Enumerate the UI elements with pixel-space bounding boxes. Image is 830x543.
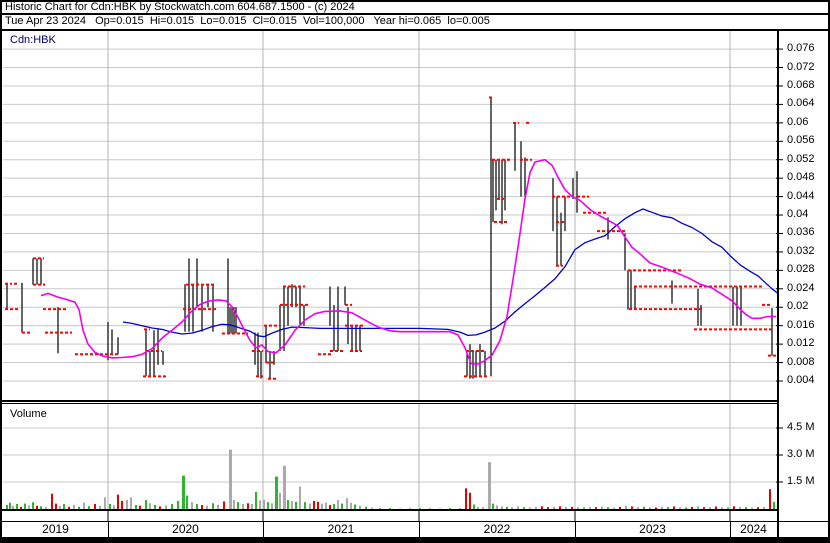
price-tick-label: 0.048 [787,171,815,184]
price-tick-label: 0.024 [787,281,815,294]
bottom-border [0,537,830,543]
price-tick-label: 0.052 [787,152,815,165]
year-label: 2019 [42,522,69,536]
price-tick-label: 0.036 [787,226,815,239]
price-tick-label: 0.004 [787,374,815,386]
chart-title: Historic Chart for Cdn:HBK by Stockwatch… [5,1,355,13]
price-tick-label: 0.02 [787,300,809,313]
year-label: 2023 [639,522,666,536]
price-tick-label: 0.056 [787,134,815,147]
price-tick-label: 0.008 [787,355,815,368]
volume-baseline [2,509,779,511]
quote-line: Tue Apr 23 2024 Op=0.015 Hi=0.015 Lo=0.0… [5,15,490,27]
price-tick-label: 0.068 [787,78,815,91]
price-tick-label: 0.016 [787,318,815,331]
symbol-label: Cdn:HBK [10,34,56,46]
year-label: 2022 [483,522,511,536]
stock-chart-window: Historic Chart for Cdn:HBK by Stockwatch… [0,0,830,543]
year-label: 2020 [172,522,199,536]
price-tick-label: 0.064 [787,97,815,110]
chart-background [2,31,828,537]
plot-right-border [777,31,779,537]
volume-tick-label: 1.5 M [787,475,815,487]
price-tick-label: 0.072 [787,60,815,73]
volume-tick-label: 4.5 M [787,421,815,433]
year-label: 2021 [327,522,355,536]
price-tick-label: 0.06 [787,115,809,128]
price-tick-label: 0.044 [787,189,815,202]
volume-pane-label: Volume [10,408,47,420]
price-tick-label: 0.028 [787,263,815,276]
price-tick-label: 0.032 [787,244,815,257]
header-divider [0,13,830,15]
price-tick-label: 0.04 [787,208,809,221]
volume-tick-label: 3.0 M [787,448,815,460]
year-label: 2024 [740,522,767,536]
price-volume-divider-2 [2,403,779,404]
price-tick-label: 0.012 [787,337,815,350]
price-tick-label: 0.076 [787,42,815,55]
price-volume-divider [2,400,779,402]
year-separator [777,521,778,537]
